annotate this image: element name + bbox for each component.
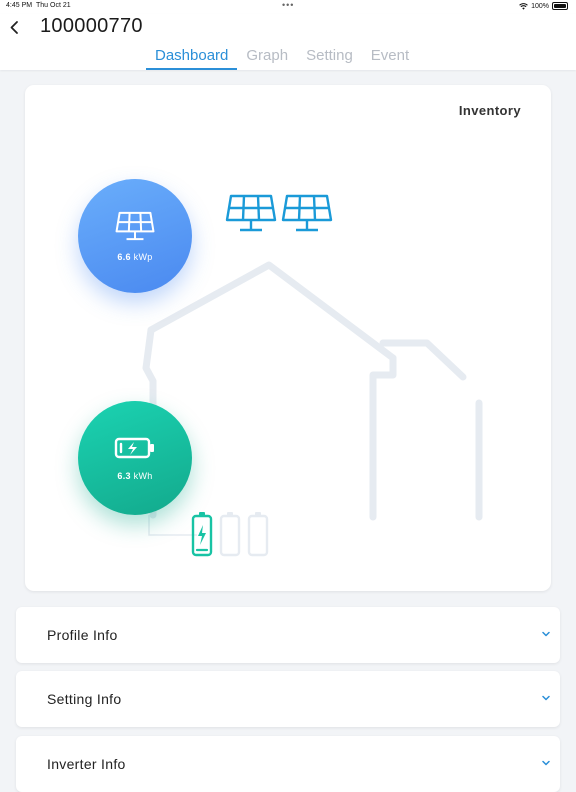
tab-dashboard[interactable]: Dashboard [146, 46, 238, 70]
battery-percent: 100% [531, 2, 549, 10]
inverter-info-label: Inverter Info [47, 756, 126, 772]
dashboard-card: Inventory 6.6 kWp 6.3 kWh [25, 85, 551, 591]
battery-capacity-value: 6.3 kWh [117, 471, 152, 481]
solar-panel-icon [225, 194, 277, 232]
profile-info-label: Profile Info [47, 627, 118, 643]
page-title: 100000770 [40, 15, 143, 37]
profile-info-section[interactable]: Profile Info [16, 607, 560, 663]
solar-capacity-circle[interactable]: 6.6 kWp [78, 179, 192, 293]
wifi-icon [519, 2, 528, 10]
battery-value: 6.3 [117, 471, 131, 481]
back-arrow-icon[interactable] [6, 16, 24, 38]
tab-setting[interactable]: Setting [297, 46, 362, 70]
solar-value: 6.6 [117, 252, 131, 262]
status-date: Thu Oct 21 [36, 2, 71, 9]
top-header: 100000770 Dashboard Graph Setting Event [0, 14, 576, 70]
chevron-down-icon[interactable] [542, 631, 550, 637]
battery-unit: kWh [133, 471, 153, 481]
chevron-down-icon[interactable] [542, 760, 550, 766]
house-illustration [142, 261, 483, 536]
battery-module-active-icon [191, 512, 213, 557]
tab-event[interactable]: Event [362, 46, 418, 70]
multitasking-dots-icon[interactable]: ••• [282, 0, 294, 10]
status-time: 4:45 PM [6, 2, 33, 9]
battery-module-empty-icon [247, 512, 269, 557]
inverter-info-section[interactable]: Inverter Info [16, 736, 560, 792]
battery-status-icon [552, 2, 568, 10]
chevron-down-icon[interactable] [542, 695, 550, 701]
status-bar: 4:45 PM Thu Oct 21 ••• 100% [0, 0, 576, 14]
tab-graph[interactable]: Graph [237, 46, 297, 70]
setting-info-section[interactable]: Setting Info [16, 671, 560, 727]
solar-panel-icon [281, 194, 333, 232]
solar-panel-icon [115, 211, 155, 241]
battery-charging-icon [114, 437, 154, 459]
solar-unit: kWp [133, 252, 153, 262]
battery-capacity-circle[interactable]: 6.3 kWh [78, 401, 192, 515]
battery-module-empty-icon [219, 512, 241, 557]
status-right: 100% [519, 2, 568, 10]
setting-info-label: Setting Info [47, 691, 122, 707]
solar-capacity-value: 6.6 kWp [117, 252, 152, 262]
tab-bar: Dashboard Graph Setting Event [146, 46, 418, 70]
